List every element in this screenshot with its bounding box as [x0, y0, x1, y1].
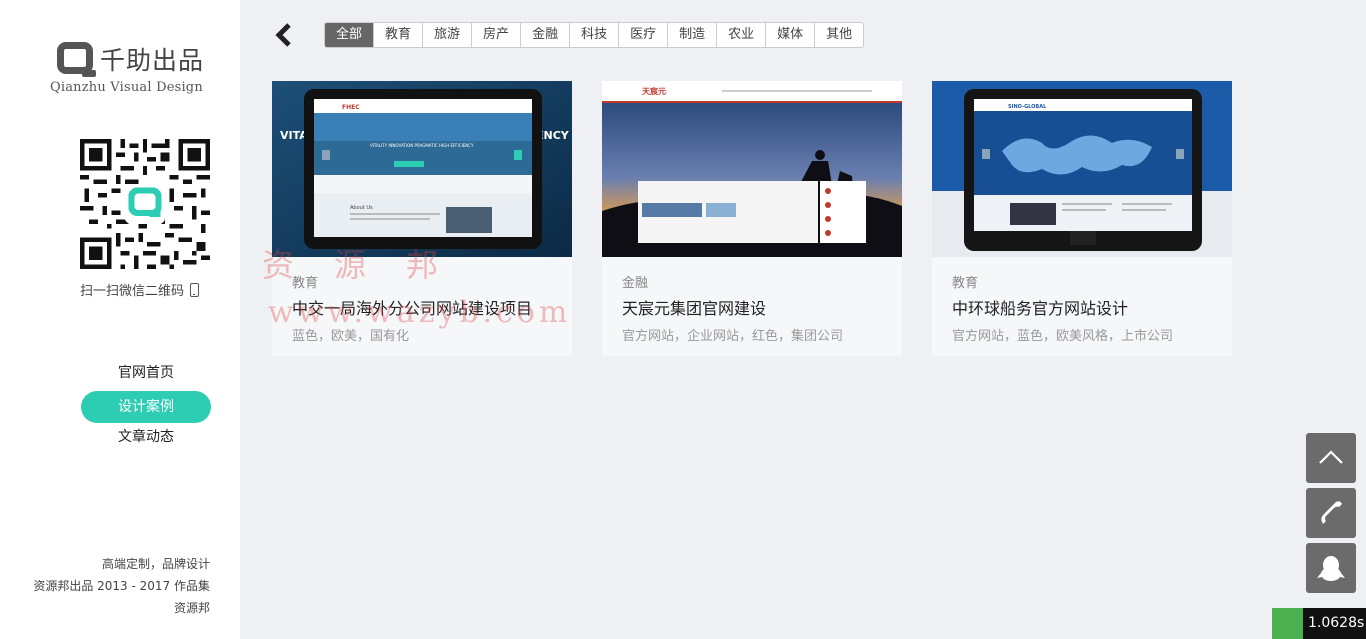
sidebar: 千助出品 Qianzhu Visual Design 扫一扫微信二维码 官网首页…	[0, 0, 240, 639]
qr-label-text: 扫一扫微信二维码	[80, 284, 185, 299]
load-timer: 1.0628s	[1272, 608, 1366, 639]
phone-handset-icon	[1321, 501, 1342, 524]
case-card-1[interactable]: VITA ENCY FHEC VITALITY INNOVATION PRAGM…	[272, 81, 572, 356]
tab-media[interactable]: 媒体	[766, 23, 816, 47]
tab-technology[interactable]: 科技	[570, 23, 620, 47]
case-thumbnail-3[interactable]: SINO-GLOBAL	[932, 81, 1232, 257]
qr-label: 扫一扫微信二维码	[80, 280, 200, 299]
case-card-2[interactable]: 天宸元 金融 天宸元集团官网建设 官方网站，企业网站，红色，集团公司	[602, 81, 902, 356]
brand-subtitle: Qianzhu Visual Design	[50, 80, 203, 95]
svg-text:About Us: About Us	[350, 205, 373, 211]
tab-all[interactable]: 全部	[325, 23, 375, 47]
tab-finance[interactable]: 金融	[521, 23, 571, 47]
case-title[interactable]: 中交一局海外分公司网站建设项目	[292, 295, 532, 319]
svg-text:SINO-GLOBAL: SINO-GLOBAL	[1008, 104, 1047, 110]
scroll-top-button[interactable]	[1306, 433, 1356, 483]
tab-real-estate[interactable]: 房产	[472, 23, 522, 47]
nav-item-articles[interactable]: 文章动态	[81, 423, 211, 455]
brand-name: 千助出品	[100, 46, 205, 75]
case-tags: 官方网站，企业网站，红色，集团公司	[622, 329, 844, 344]
tab-manufacturing[interactable]: 制造	[668, 23, 718, 47]
footer-line-1: 高端定制，品牌设计	[101, 557, 210, 571]
case-tags: 官方网站，蓝色，欧美风格，上市公司	[952, 329, 1174, 344]
case-title[interactable]: 天宸元集团官网建设	[622, 295, 766, 319]
tab-education[interactable]: 教育	[374, 23, 424, 47]
qq-contact-button[interactable]	[1306, 543, 1356, 593]
case-card-3[interactable]: SINO-GLOBAL 教育 中环球船务官方网站设计 官方网站，蓝色，欧美风格，…	[932, 81, 1232, 356]
case-category: 教育	[292, 276, 319, 291]
category-filter-tabs: 全部 教育 旅游 房产 金融 科技 医疗 制造 农业 媒体 其他	[324, 22, 865, 48]
svg-text:FHEC: FHEC	[342, 104, 360, 111]
wechat-qr-code	[80, 139, 210, 269]
timer-logo-icon	[1272, 608, 1303, 639]
case-thumbnail-1[interactable]: VITA ENCY FHEC VITALITY INNOVATION PRAGM…	[272, 81, 572, 257]
case-thumbnail-2[interactable]: 天宸元	[602, 81, 902, 257]
back-arrow-icon[interactable]	[273, 22, 295, 48]
tab-agriculture[interactable]: 农业	[717, 23, 767, 47]
case-tags: 蓝色，欧美，国有化	[292, 329, 410, 344]
footer-line-3: 资源邦	[173, 601, 210, 615]
timer-value: 1.0628s	[1308, 615, 1365, 631]
case-category: 教育	[952, 276, 979, 291]
brand-logo[interactable]: 千助出品 Qianzhu Visual Design	[50, 42, 215, 98]
tab-other[interactable]: 其他	[815, 23, 863, 47]
footer-line-2: 资源邦出品 2013 - 2017 作品集	[33, 579, 210, 593]
phone-icon	[190, 283, 200, 297]
sidebar-nav: 官网首页 设计案例 文章动态	[81, 359, 211, 455]
sidebar-footer: 高端定制，品牌设计 资源邦出品 2013 - 2017 作品集 资源邦	[33, 553, 210, 619]
nav-item-home[interactable]: 官网首页	[81, 359, 211, 391]
svg-text:VITALITY INNOVATION PRAGMATIC: VITALITY INNOVATION PRAGMATIC HIGH EFFIC…	[370, 143, 474, 148]
logo-q-icon	[57, 42, 96, 77]
chevron-up-icon	[1319, 450, 1343, 464]
phone-contact-button[interactable]	[1306, 488, 1356, 538]
nav-item-design-cases[interactable]: 设计案例	[81, 391, 211, 423]
tab-travel[interactable]: 旅游	[423, 23, 473, 47]
tab-medical[interactable]: 医疗	[619, 23, 669, 47]
qr-code-icon	[80, 139, 210, 269]
case-category: 金融	[622, 276, 649, 291]
qq-penguin-icon	[1317, 556, 1345, 581]
svg-text:天宸元: 天宸元	[642, 86, 666, 96]
case-title[interactable]: 中环球船务官方网站设计	[952, 295, 1128, 319]
